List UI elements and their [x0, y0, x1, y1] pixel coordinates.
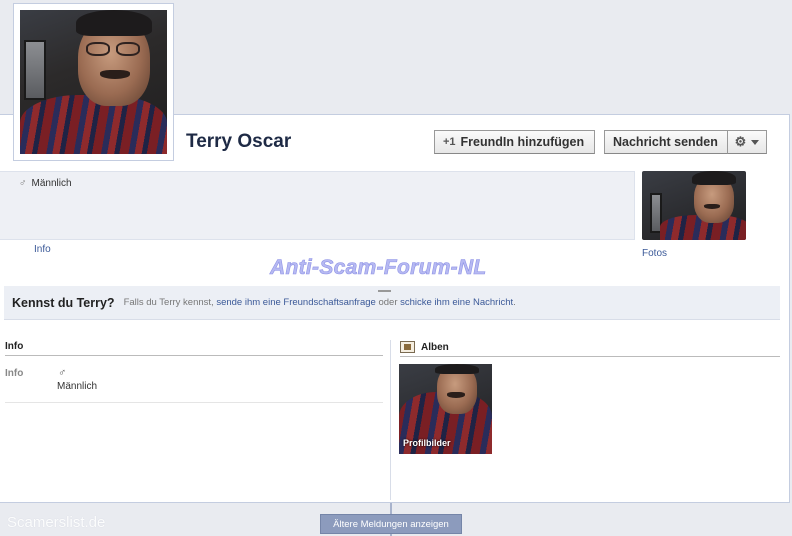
profile-info-box [0, 171, 635, 240]
male-icon: ♂ [19, 178, 27, 189]
send-message-link[interactable]: schicke ihm eine Nachricht [400, 297, 513, 308]
albums-heading-label: Alben [421, 341, 449, 353]
info-section: Info Info ♂ Männlich [5, 341, 383, 403]
male-icon: ♂ [58, 367, 67, 379]
settings-dropdown-button[interactable]: ⚙ [727, 130, 767, 154]
album-profilbilder[interactable]: Profilbilder [399, 364, 492, 454]
divider-dash [378, 290, 391, 292]
older-posts-button[interactable]: Ältere Meldungen anzeigen [320, 514, 462, 534]
profile-page: Terry Oscar +1 FreundIn hinzufügen Nachr… [0, 0, 792, 536]
album-title: Profilbilder [403, 438, 451, 448]
albums-section: Alben Profilbilder [399, 341, 780, 454]
know-bar-text: Falls du Terry kennst, sende ihm eine Fr… [123, 297, 516, 308]
chevron-down-icon [751, 139, 760, 145]
know-person-bar: Kennst du Terry? Falls du Terry kennst, … [4, 286, 780, 320]
send-message-label: Nachricht senden [613, 135, 718, 149]
add-friend-label: FreundIn hinzufügen [460, 135, 585, 149]
gender-summary: ♂ Männlich [19, 178, 72, 189]
watermark-text: Anti-Scam-Forum-NL [270, 256, 487, 280]
profile-picture[interactable] [13, 3, 174, 161]
info-row: Info ♂ Männlich [5, 356, 383, 403]
photo-album-icon [400, 341, 415, 353]
send-friend-request-link[interactable]: sende ihm eine Freundschaftsanfrage [216, 297, 376, 308]
gear-icon: ⚙ [734, 134, 747, 149]
fotos-link[interactable]: Fotos [642, 248, 667, 259]
info-row-value: Männlich [57, 381, 98, 392]
know-bar-title: Kennst du Terry? [12, 295, 115, 310]
info-row-label: Info [5, 368, 24, 379]
send-message-button[interactable]: Nachricht senden [604, 130, 728, 154]
add-friend-icon: +1 [443, 136, 456, 148]
profile-photo [20, 10, 167, 154]
fotos-thumbnail[interactable] [642, 171, 746, 240]
add-friend-button[interactable]: +1 FreundIn hinzufügen [434, 130, 595, 154]
info-section-heading: Info [5, 341, 383, 356]
profile-name: Terry Oscar [186, 131, 292, 152]
site-watermark: Scamerslist.de [7, 514, 106, 531]
info-tab-link[interactable]: Info [34, 244, 51, 255]
column-divider [390, 340, 391, 500]
albums-heading: Alben [400, 341, 780, 357]
gender-value: Männlich [31, 178, 72, 189]
